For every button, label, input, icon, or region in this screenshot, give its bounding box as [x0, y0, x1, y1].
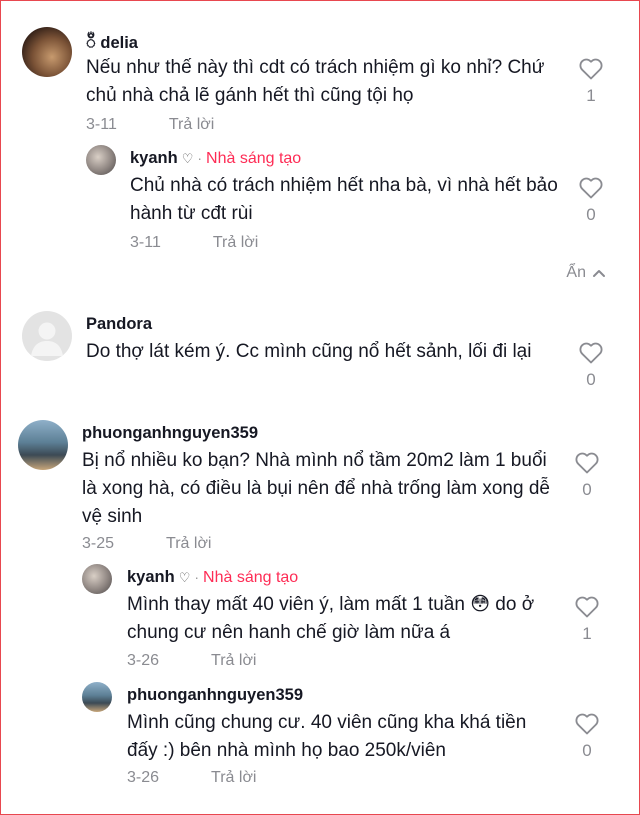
reply-username[interactable]: kyanh ♡ · Nhà sáng tạo [130, 149, 301, 168]
comment-meta: 3-11 Trả lời [86, 116, 214, 134]
reply-button[interactable]: Trả lời [169, 116, 214, 133]
heart-outline-icon [575, 713, 599, 735]
like-button[interactable]: 0 [571, 177, 611, 225]
comment-text: Bị nổ nhiều ko bạn? Nhà mình nổ tầm 20m2… [82, 450, 550, 527]
like-button[interactable]: 0 [571, 342, 611, 390]
like-count: 0 [582, 480, 592, 499]
heart-outline-icon [575, 596, 599, 618]
creator-badge: Nhà sáng tạo [206, 150, 302, 167]
avatar[interactable] [18, 420, 68, 470]
comment-username[interactable]: Pandora [86, 315, 152, 334]
reply-button[interactable]: Trả lời [213, 234, 258, 251]
small-heart-icon: ♡ [181, 151, 194, 166]
comment-meta: 3-25 Trả lời [82, 535, 211, 553]
comment-date: 3-11 [86, 116, 117, 133]
like-button[interactable]: 1 [567, 596, 607, 644]
reply-username-text: kyanh [127, 568, 175, 586]
heart-outline-icon [579, 58, 603, 80]
reply-text: Mình cũng chung cư. 40 viên cũng kha khá… [127, 712, 527, 761]
like-count: 1 [582, 624, 592, 643]
like-button[interactable]: 0 [567, 452, 607, 500]
avatar[interactable] [82, 564, 112, 594]
reply-date: 3-26 [127, 769, 160, 786]
reply-button[interactable]: Trả lời [211, 652, 256, 669]
comment-date: 3-25 [82, 535, 115, 552]
like-button[interactable]: 0 [567, 713, 607, 761]
reply-meta: 3-26 Trả lời [127, 652, 256, 670]
reply-text: Chủ nhà có trách nhiệm hết nha bà, vì nh… [130, 175, 558, 224]
default-avatar-icon [31, 322, 63, 356]
like-count: 0 [586, 370, 596, 389]
small-heart-icon: ♡ [178, 570, 191, 585]
chevron-up-icon [593, 269, 605, 277]
creator-badge: Nhà sáng tạo [203, 569, 299, 586]
hide-replies-button[interactable]: Ẩn [566, 264, 606, 282]
reply-username-text: kyanh [130, 149, 178, 167]
avatar[interactable] [22, 311, 72, 361]
hide-label: Ẩn [566, 264, 586, 281]
avatar[interactable] [86, 145, 116, 175]
reply-meta: 3-26 Trả lời [127, 769, 256, 787]
heart-outline-icon [575, 452, 599, 474]
reply-meta: 3-11 Trả lời [130, 234, 258, 252]
reply-button[interactable]: Trả lời [166, 535, 211, 552]
like-button[interactable]: 1 [571, 58, 611, 106]
comment-text: Nếu như thế này thì cdt có trách nhiệm g… [86, 57, 545, 106]
separator-dot: · [194, 569, 200, 585]
reply-button[interactable]: Trả lời [211, 769, 256, 786]
reply-username[interactable]: phuonganhnguyen359 [127, 686, 303, 705]
reply-date: 3-26 [127, 652, 160, 669]
like-count: 1 [586, 86, 596, 105]
avatar[interactable] [22, 27, 72, 77]
reply-date: 3-11 [130, 234, 161, 251]
like-count: 0 [586, 205, 596, 224]
reply-text: Mình thay mất 40 viên ý, làm mất 1 tuần … [127, 594, 535, 643]
separator-dot: · [197, 150, 203, 166]
comment-text: Do thợ lát kém ý. Cc mình cũng nổ hết sả… [86, 341, 532, 362]
heart-outline-icon [579, 177, 603, 199]
comment-username[interactable]: phuonganhnguyen359 [82, 424, 258, 443]
avatar[interactable] [82, 682, 112, 712]
heart-outline-icon [579, 342, 603, 364]
reply-username[interactable]: kyanh ♡ · Nhà sáng tạo [127, 568, 298, 587]
like-count: 0 [582, 741, 592, 760]
